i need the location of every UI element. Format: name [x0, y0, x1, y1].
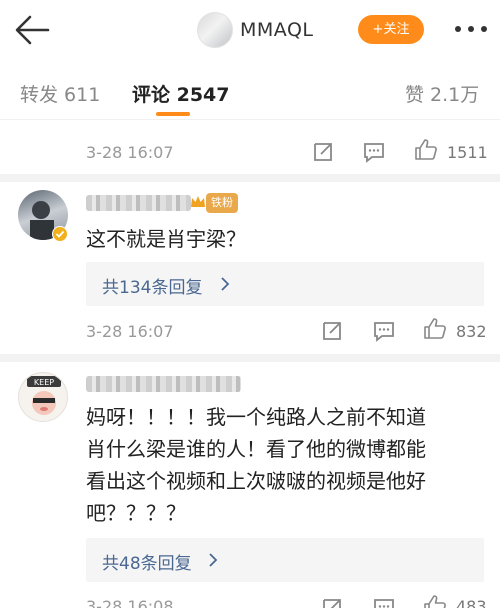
comment-text-line: 妈呀！！！！我一个纯路人之前不知道: [86, 405, 426, 429]
reply-count-link[interactable]: 共48条回复: [102, 549, 192, 574]
crown-icon: [191, 196, 205, 207]
page-title[interactable]: MMAQL: [240, 19, 314, 41]
chevron-right-icon: [221, 277, 230, 291]
tab-bar: 转发 611 评论 2547 赞 2.1万: [0, 62, 500, 120]
comment-text-line: 吧？？？？: [86, 501, 186, 525]
chevron-right-icon: [209, 553, 218, 567]
reply-box[interactable]: 共134条回复: [86, 262, 484, 306]
verified-badge-icon: [52, 226, 68, 242]
like-count: 1511: [447, 143, 488, 162]
comment-time: 3-28 16:08: [86, 597, 174, 608]
svg-text:KEEP: KEEP: [34, 378, 54, 387]
divider: [0, 354, 500, 362]
comment-text-line: 看出这个视频和上次啵啵的视频是他好: [86, 469, 426, 493]
fan-badge: 铁粉: [206, 193, 238, 213]
comment-icon[interactable]: [372, 319, 396, 343]
comment-icon[interactable]: [372, 596, 396, 608]
comment-text-line: 肖什么梁是谁的人！看了他的微博都能: [86, 437, 426, 461]
arrow-left-icon[interactable]: [14, 14, 50, 46]
comment-time: 3-28 16:07: [86, 143, 174, 162]
tab-comments[interactable]: 评论 2547: [132, 80, 230, 107]
repost-icon[interactable]: [320, 596, 344, 608]
username-blurred[interactable]: [86, 376, 241, 392]
username-blurred[interactable]: [86, 195, 191, 211]
comment-text: 妈呀！！！！我一个纯路人之前不知道 肖什么梁是谁的人！看了他的微博都能 看出这个…: [86, 401, 486, 529]
comment-icon[interactable]: [362, 140, 386, 164]
active-tab-indicator: [156, 112, 190, 116]
thumbs-up-icon[interactable]: [423, 594, 447, 608]
avatar[interactable]: KEEP: [18, 372, 68, 422]
like-count: 832: [456, 322, 487, 341]
repost-icon[interactable]: [311, 140, 335, 164]
thumbs-up-icon[interactable]: [423, 317, 447, 341]
comment-time: 3-28 16:07: [86, 322, 174, 341]
follow-button[interactable]: +关注: [358, 15, 424, 44]
reply-count-link[interactable]: 共134条回复: [102, 273, 202, 298]
divider: [0, 174, 500, 182]
avatar[interactable]: [197, 12, 233, 48]
more-dots-icon[interactable]: [453, 24, 489, 34]
tab-reposts[interactable]: 转发 611: [20, 80, 100, 107]
thumbs-up-icon[interactable]: [414, 138, 438, 162]
top-bar: MMAQL +关注: [0, 0, 500, 62]
comment-text: 这不就是肖宇梁？: [86, 227, 246, 251]
tab-likes[interactable]: 赞 2.1万: [405, 80, 479, 107]
repost-icon[interactable]: [320, 319, 344, 343]
reply-box[interactable]: 共48条回复: [86, 538, 484, 582]
like-count: 483: [456, 597, 487, 608]
